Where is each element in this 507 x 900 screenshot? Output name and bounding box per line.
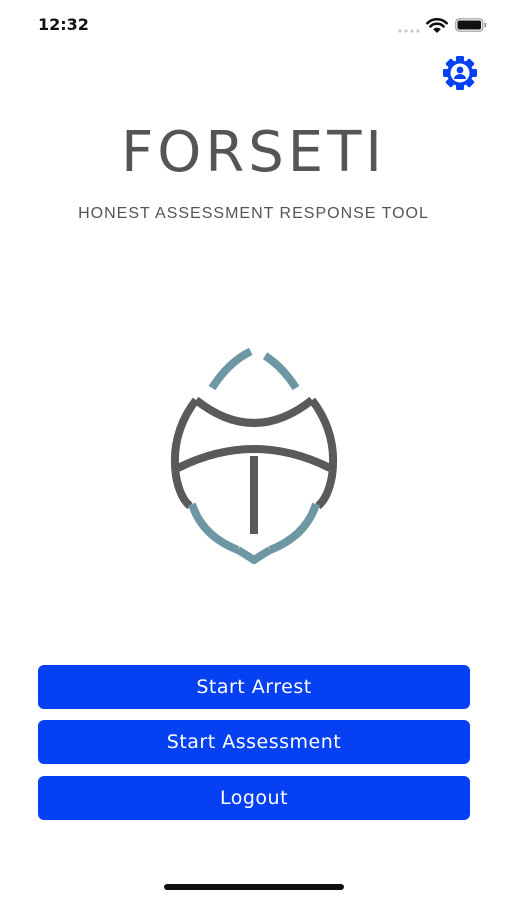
start-assessment-button[interactable]: Start Assessment bbox=[38, 720, 470, 764]
home-screen: 12:32 FORSETI HONEST ASSESSMENT RESPONSE… bbox=[0, 0, 507, 900]
app-title: FORSETI bbox=[121, 120, 386, 185]
forseti-logo bbox=[170, 348, 338, 564]
user-gear-icon bbox=[443, 56, 477, 90]
app-subtitle: HONEST ASSESSMENT RESPONSE TOOL bbox=[78, 205, 429, 222]
status-bar: 12:32 bbox=[0, 0, 507, 50]
battery-icon bbox=[455, 18, 487, 32]
wifi-icon bbox=[426, 18, 448, 33]
status-time: 12:32 bbox=[38, 15, 89, 34]
start-arrest-button[interactable]: Start Arrest bbox=[38, 665, 470, 709]
cellular-signal-icon bbox=[398, 29, 420, 33]
settings-button[interactable] bbox=[438, 54, 482, 92]
logout-button[interactable]: Logout bbox=[38, 776, 470, 820]
home-indicator[interactable] bbox=[164, 884, 344, 890]
